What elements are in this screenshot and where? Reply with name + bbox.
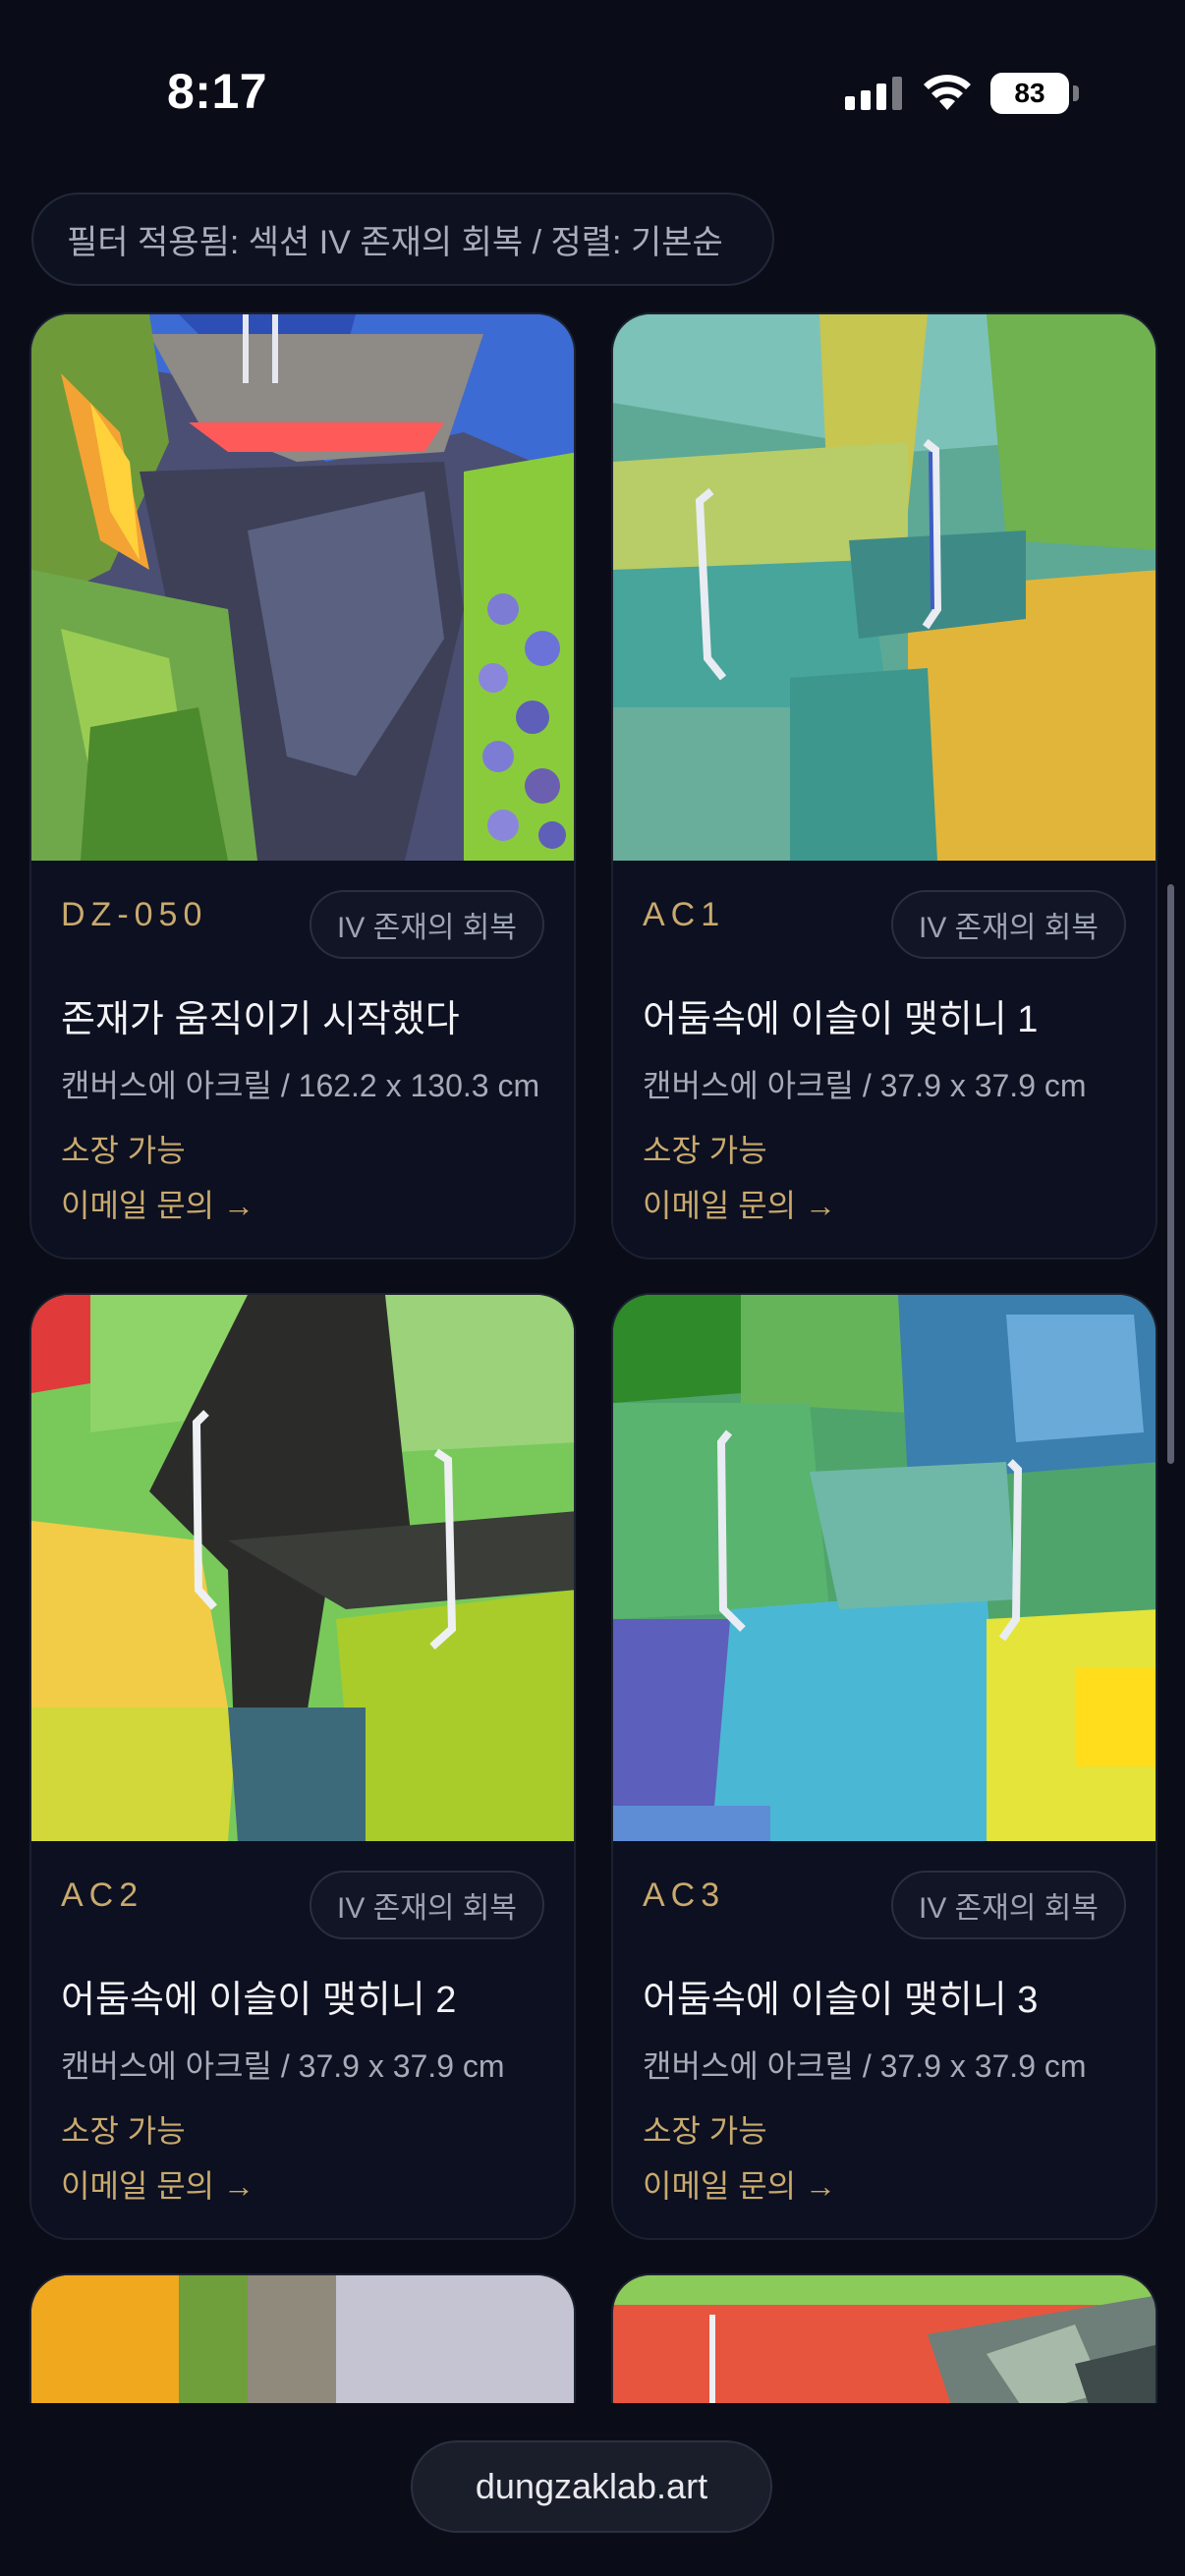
artwork-code: AC2 xyxy=(61,1876,144,1914)
artwork-medium: 캔버스에 아크릴 / 162.2 x 130.3 cm xyxy=(61,1068,540,1103)
email-inquiry-link[interactable]: 이메일 문의 → xyxy=(61,1181,254,1226)
email-inquiry-link[interactable]: 이메일 문의 → xyxy=(643,1181,836,1226)
filter-chip[interactable]: 필터 적용됨: 섹션 IV 존재의 회복 / 정렬: 기본순 xyxy=(31,193,774,286)
artwork-code: AC3 xyxy=(643,1876,726,1914)
artwork-medium: 캔버스에 아크릴 / 37.9 x 37.9 cm xyxy=(643,2048,1087,2084)
availability-status: 소장 가능 xyxy=(643,2113,767,2149)
artwork-title[interactable]: 어둠속에 이슬이 맺히니 2 xyxy=(61,1969,456,2023)
artwork-medium: 캔버스에 아크릴 / 37.9 x 37.9 cm xyxy=(61,2048,505,2084)
filter-label: 필터 적용됨: 섹션 IV 존재의 회복 / 정렬: 기본순 xyxy=(67,224,723,261)
status-bar: 8:17 83 xyxy=(0,0,1185,177)
artwork-image[interactable] xyxy=(613,314,1156,861)
url-bar[interactable]: dungzaklab.art xyxy=(411,2440,772,2533)
availability-status: 소장 가능 xyxy=(643,1133,767,1168)
signal-icon xyxy=(845,77,902,110)
section-tag[interactable]: IV 존재의 회복 xyxy=(890,1871,1126,1939)
battery-icon: 83 xyxy=(990,73,1069,114)
artwork-image[interactable] xyxy=(613,1295,1156,1841)
section-tag[interactable]: IV 존재의 회복 xyxy=(309,1871,544,1939)
artwork-card[interactable]: AC1 IV 존재의 회복 어둠속에 이슬이 맺히니 1 캔버스에 아크릴 / … xyxy=(611,312,1157,1260)
url-text: dungzaklab.art xyxy=(475,2466,708,2506)
artwork-image[interactable] xyxy=(31,1295,574,1841)
artwork-medium: 캔버스에 아크릴 / 37.9 x 37.9 cm xyxy=(643,1068,1087,1103)
wifi-icon xyxy=(924,75,971,110)
artwork-card[interactable]: AC2 IV 존재의 회복 어둠속에 이슬이 맺히니 2 캔버스에 아크릴 / … xyxy=(29,1293,576,2240)
section-tag[interactable]: IV 존재의 회복 xyxy=(309,890,544,959)
artwork-title[interactable]: 어둠속에 이슬이 맺히니 3 xyxy=(643,1969,1038,2023)
artwork-painting-ac1 xyxy=(613,314,1156,861)
battery-nub xyxy=(1073,85,1079,101)
artwork-painting-dz050 xyxy=(31,314,574,861)
artwork-title[interactable]: 존재가 움직이기 시작했다 xyxy=(61,988,460,1042)
artwork-painting-ac3 xyxy=(613,1295,1156,1841)
email-inquiry-link[interactable]: 이메일 문의 → xyxy=(61,2161,254,2207)
page: 8:17 83 필터 적용됨: 섹션 IV 존재의 회복 / 정렬: 기본순 D… xyxy=(0,0,1185,2576)
artwork-code: AC1 xyxy=(643,896,726,933)
battery-level: 83 xyxy=(1014,78,1045,108)
section-tag[interactable]: IV 존재의 회복 xyxy=(890,890,1126,959)
artwork-code: DZ-050 xyxy=(61,896,208,933)
artwork-card[interactable]: DZ-050 IV 존재의 회복 존재가 움직이기 시작했다 캔버스에 아크릴 … xyxy=(29,312,576,1260)
artwork-image[interactable] xyxy=(31,314,574,861)
status-icons: 83 xyxy=(845,73,1079,114)
artwork-title[interactable]: 어둠속에 이슬이 맺히니 1 xyxy=(643,988,1038,1042)
availability-status: 소장 가능 xyxy=(61,2113,186,2149)
artwork-card[interactable]: AC3 IV 존재의 회복 어둠속에 이슬이 맺히니 3 캔버스에 아크릴 / … xyxy=(611,1293,1157,2240)
artwork-painting-ac2 xyxy=(31,1295,574,1841)
scroll-indicator[interactable] xyxy=(1167,884,1174,1464)
email-inquiry-link[interactable]: 이메일 문의 → xyxy=(643,2161,836,2207)
availability-status: 소장 가능 xyxy=(61,1133,186,1168)
status-time: 8:17 xyxy=(167,64,268,119)
